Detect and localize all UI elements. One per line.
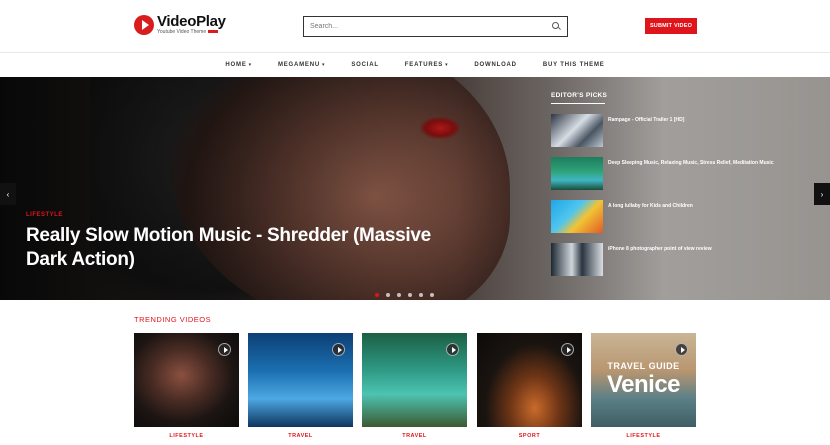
trending-card[interactable] bbox=[134, 333, 239, 427]
video-thumbnail[interactable] bbox=[477, 333, 582, 427]
video-thumbnail[interactable] bbox=[248, 333, 353, 427]
play-icon[interactable] bbox=[675, 343, 688, 356]
search-input[interactable] bbox=[304, 17, 549, 36]
play-icon[interactable] bbox=[561, 343, 574, 356]
slider-prev-button[interactable]: ‹ bbox=[0, 183, 16, 205]
hero-category[interactable]: LIFESTYLE bbox=[26, 212, 63, 218]
hero-slider[interactable]: LIFESTYLE Really Slow Motion Music - Shr… bbox=[0, 77, 830, 300]
trending-title: TRENDING VIDEOS bbox=[134, 315, 212, 324]
pick-title[interactable]: iPhone 8 photographer point of view revi… bbox=[608, 246, 712, 276]
slider-dot[interactable] bbox=[375, 293, 379, 297]
site-header: VideoPlay Youtube Video Theme SUBMIT VID… bbox=[0, 0, 830, 52]
chevron-down-icon: ▾ bbox=[445, 62, 449, 68]
trending-card[interactable]: TRAVEL GUIDE Venice bbox=[591, 333, 696, 427]
pick-title[interactable]: Deep Sleeping Music, Relaxing Music, Str… bbox=[608, 160, 774, 190]
trending-card[interactable] bbox=[248, 333, 353, 427]
slider-dot[interactable] bbox=[408, 293, 412, 297]
trending-card[interactable] bbox=[477, 333, 582, 427]
list-item[interactable]: iPhone 8 photographer point of view revi… bbox=[551, 243, 811, 276]
video-thumbnail[interactable] bbox=[551, 200, 603, 233]
brand-name: VideoPlay bbox=[157, 13, 226, 30]
slider-dot[interactable] bbox=[419, 293, 423, 297]
chevron-down-icon: ▾ bbox=[248, 62, 252, 68]
list-item[interactable]: A long lullaby for Kids and Children bbox=[551, 200, 811, 233]
trending-category[interactable]: SPORT bbox=[477, 433, 582, 439]
slider-dots bbox=[375, 293, 434, 297]
nav-item-social[interactable]: SOCIAL bbox=[351, 62, 378, 68]
video-thumbnail[interactable]: TRAVEL GUIDE Venice bbox=[591, 333, 696, 427]
video-thumbnail[interactable] bbox=[551, 114, 603, 147]
play-logo-icon bbox=[134, 14, 154, 35]
slider-dot[interactable] bbox=[386, 293, 390, 297]
list-item[interactable]: Deep Sleeping Music, Relaxing Music, Str… bbox=[551, 157, 811, 190]
nav-item-megamenu[interactable]: MEGAMENU ▾ bbox=[278, 62, 325, 68]
submit-video-button[interactable]: SUBMIT VIDEO bbox=[645, 18, 697, 34]
trending-category[interactable]: TRAVEL bbox=[362, 433, 467, 439]
video-thumbnail[interactable] bbox=[551, 157, 603, 190]
pick-title[interactable]: A long lullaby for Kids and Children bbox=[608, 203, 693, 233]
brand-tagline: Youtube Video Theme bbox=[157, 29, 226, 35]
trending-card[interactable] bbox=[362, 333, 467, 427]
editors-picks-title: EDITOR'S PICKS bbox=[551, 92, 608, 99]
video-thumbnail[interactable] bbox=[362, 333, 467, 427]
trending-category[interactable]: TRAVEL bbox=[248, 433, 353, 439]
play-icon[interactable] bbox=[218, 343, 231, 356]
hero-title[interactable]: Really Slow Motion Music - Shredder (Mas… bbox=[26, 224, 446, 272]
search-icon[interactable] bbox=[549, 20, 563, 34]
trending-category[interactable]: LIFESTYLE bbox=[591, 433, 696, 439]
chevron-left-icon: ‹ bbox=[6, 189, 10, 199]
logo[interactable]: VideoPlay Youtube Video Theme bbox=[134, 14, 226, 35]
nav-item-home[interactable]: HOME ▾ bbox=[225, 62, 252, 68]
logo-text: VideoPlay Youtube Video Theme bbox=[157, 14, 226, 35]
thumbnail-overlay-title: Venice bbox=[606, 371, 681, 398]
nav-item-features[interactable]: FEATURES ▾ bbox=[405, 62, 449, 68]
slider-dot[interactable] bbox=[430, 293, 434, 297]
nav-item-download[interactable]: DOWNLOAD bbox=[474, 62, 516, 68]
search-box bbox=[303, 16, 568, 37]
list-item[interactable]: Rampage - Official Trailer 1 [HD] bbox=[551, 114, 811, 147]
play-icon[interactable] bbox=[332, 343, 345, 356]
video-thumbnail[interactable] bbox=[551, 243, 603, 276]
chevron-right-icon: › bbox=[820, 189, 824, 199]
chevron-down-icon: ▾ bbox=[322, 62, 326, 68]
slider-dot[interactable] bbox=[397, 293, 401, 297]
thumbnail-overlay-subtitle: TRAVEL GUIDE bbox=[607, 361, 680, 371]
play-icon[interactable] bbox=[446, 343, 459, 356]
video-thumbnail[interactable] bbox=[134, 333, 239, 427]
nav-item-buy-theme[interactable]: BUY THIS THEME bbox=[543, 62, 605, 68]
editors-picks: EDITOR'S PICKS Rampage - Official Traile… bbox=[551, 92, 811, 276]
main-nav: HOME ▾ MEGAMENU ▾ SOCIAL FEATURES ▾ DOWNLOA… bbox=[0, 52, 830, 77]
slider-next-button[interactable]: › bbox=[814, 183, 830, 205]
pick-title[interactable]: Rampage - Official Trailer 1 [HD] bbox=[608, 117, 684, 147]
trending-category[interactable]: LIFESTYLE bbox=[134, 433, 239, 439]
